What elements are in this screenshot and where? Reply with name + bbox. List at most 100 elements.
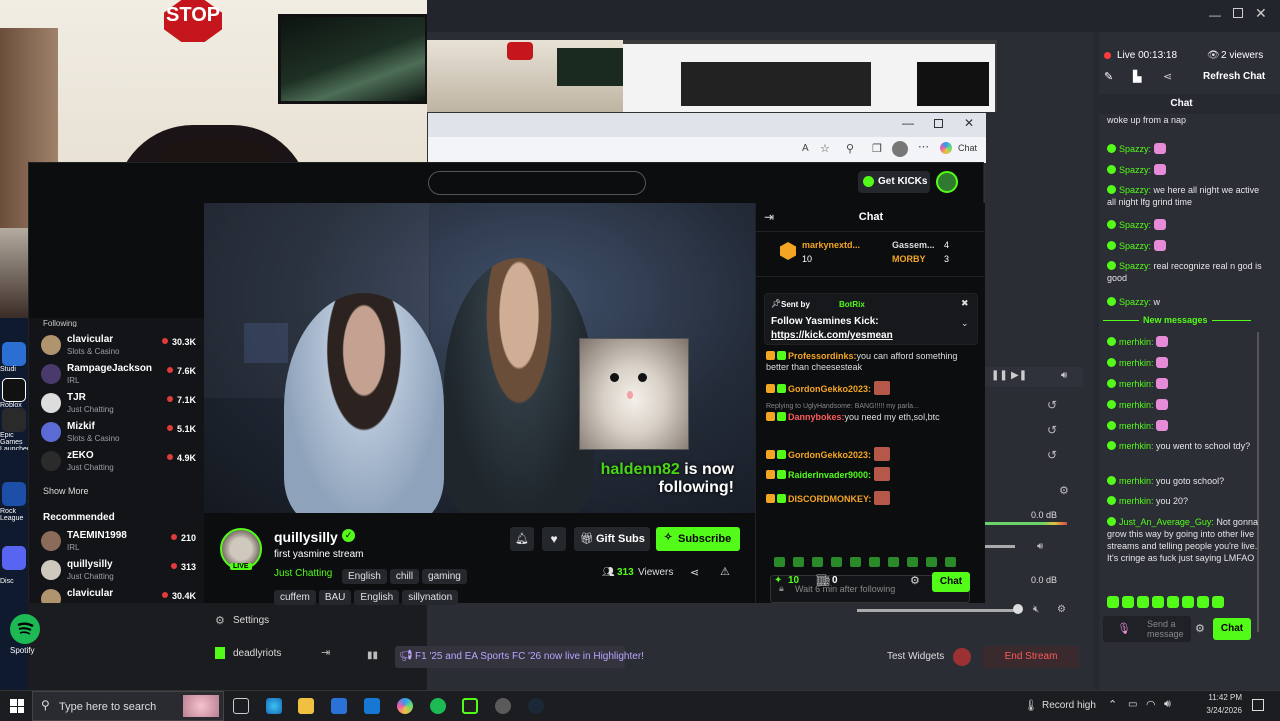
stream-video[interactable]: haldenn82 is now following! (204, 203, 755, 513)
volume-icon[interactable]: 🔊︎ (1061, 370, 1067, 381)
expand-pin-icon[interactable]: ⌄ (961, 318, 969, 329)
emote-icon[interactable] (1122, 596, 1134, 608)
studio-app-icon[interactable] (2, 342, 26, 366)
steam-taskbar-icon[interactable] (528, 698, 544, 714)
gift-subs-button[interactable]: 🎁︎ Gift Subs (574, 527, 650, 551)
weather-text[interactable]: Record high (1042, 700, 1096, 711)
pause-icon[interactable]: ❚❚ (991, 370, 1008, 381)
emote-icon[interactable] (888, 557, 899, 567)
chat-username[interactable]: Professordinks: (788, 351, 857, 361)
dock-username[interactable]: merhkin: (1119, 400, 1154, 410)
dock-username[interactable]: Spazzy: (1119, 297, 1151, 307)
discord-app-icon[interactable] (2, 546, 26, 570)
stream-tag[interactable]: chill (389, 569, 420, 584)
stream-tag[interactable]: gaming (422, 569, 467, 584)
tray-chevron-icon[interactable]: ⌃ (1108, 698, 1117, 711)
heart-icon[interactable]: ♥ (542, 527, 566, 551)
emote-icon[interactable] (793, 557, 804, 567)
emote-icon[interactable] (1107, 596, 1119, 608)
reset-icon-3[interactable]: ↺ (1047, 448, 1057, 462)
show-more-link[interactable]: Show More (43, 486, 89, 496)
volume-slider-1[interactable] (983, 545, 1015, 548)
dock-username[interactable]: Just_An_Average_Guy: (1119, 517, 1214, 527)
following-item[interactable]: TJR Just Chatting 7.1K (35, 390, 200, 418)
browser-close-icon[interactable]: ✕ (964, 116, 974, 130)
bell-icon[interactable]: 🔔︎ (510, 527, 534, 551)
kick-chat-send-button[interactable]: Chat (932, 572, 970, 592)
logout-icon[interactable]: ⇥ (321, 646, 330, 659)
network-icon[interactable]: ▭ (1128, 699, 1137, 710)
points-icon[interactable]: ✦ (774, 575, 782, 586)
mute-icon-2[interactable]: 🔇︎ (1033, 604, 1039, 615)
dock-username[interactable]: Spazzy: (1119, 165, 1151, 175)
clock-time[interactable]: 11:42 PM (1202, 693, 1242, 702)
stream-category[interactable]: Just Chatting (274, 568, 332, 579)
refresh-chat-button[interactable]: Refresh Chat (1203, 71, 1265, 82)
streamer-name[interactable]: quillysilly (274, 529, 338, 545)
roblox-app-icon[interactable] (2, 378, 26, 402)
store-icon[interactable]: 🏬︎ (816, 574, 830, 587)
browser-minimize-icon[interactable]: — (902, 116, 914, 130)
dock-username[interactable]: merhkin: (1119, 476, 1154, 486)
reset-icon-1[interactable]: ↺ (1047, 398, 1057, 412)
record-indicator[interactable] (953, 648, 971, 666)
mixer-gear-icon[interactable]: ⚙ (1057, 604, 1066, 615)
mail-icon[interactable] (364, 698, 380, 714)
subscribe-button[interactable]: ✧ Subscribe (656, 527, 740, 551)
read-aloud-icon[interactable]: A (802, 143, 809, 154)
stream-tag[interactable]: BAU (318, 590, 352, 605)
emote-icon[interactable] (831, 557, 842, 567)
store-app-icon[interactable] (331, 698, 347, 714)
emote-icon[interactable] (1197, 596, 1209, 608)
favorite-icon[interactable]: ☆ (820, 142, 830, 155)
edge-icon[interactable] (266, 698, 282, 714)
spotify-taskbar-icon[interactable] (430, 698, 446, 714)
speaker-icon[interactable]: 🔊︎ (1164, 698, 1171, 711)
clock-date[interactable]: 3/24/2026 (1196, 706, 1242, 715)
slider-handle-2[interactable] (1013, 604, 1023, 614)
dock-username[interactable]: merhkin: (1119, 441, 1154, 451)
dock-username[interactable]: merhkin: (1119, 421, 1154, 431)
reset-icon-2[interactable]: ↺ (1047, 423, 1057, 437)
volume-slider-2[interactable] (857, 609, 1017, 612)
chat-settings-gear-icon[interactable]: ⚙ (910, 574, 920, 587)
chat-username[interactable]: Dannybokes: (788, 412, 845, 422)
copilot-icon[interactable] (940, 142, 952, 154)
mic-icon[interactable]: 🎙︎ (1117, 622, 1131, 635)
chat-username[interactable]: GordonGekko2023: (788, 450, 871, 460)
next-icon[interactable]: ▶❚ (1011, 370, 1027, 381)
wifi-icon[interactable]: ◠ (1146, 698, 1156, 711)
dock-username[interactable]: merhkin: (1119, 358, 1154, 368)
following-item[interactable]: Mizkif Slots & Casino 5.1K (35, 419, 200, 447)
following-item[interactable]: zEKO Just Chatting 4.9K (35, 448, 200, 476)
chat-username[interactable]: DISCORDMONKEY: (788, 494, 871, 504)
close-icon[interactable]: ✕ (1255, 5, 1267, 22)
more-menu-icon[interactable]: ⋯ (918, 140, 929, 153)
stream-tag[interactable]: English (342, 569, 387, 584)
emote-icon[interactable] (907, 557, 918, 567)
share-icon[interactable]: ⋖ (1163, 70, 1172, 83)
stream-tag[interactable]: English (354, 590, 400, 605)
kick-search-bar[interactable] (428, 171, 646, 195)
emote-icon[interactable] (812, 557, 823, 567)
dock-username[interactable]: Spazzy: (1119, 261, 1151, 271)
notification-icon[interactable] (1252, 699, 1264, 711)
recommended-item[interactable]: clavicular 30.4K (35, 586, 200, 603)
mixer-settings-icon[interactable]: ⚙ (1059, 484, 1069, 497)
emote-icon[interactable] (774, 557, 785, 567)
task-view-icon[interactable] (233, 698, 249, 714)
dock-chat-input[interactable]: 🎙︎ Send a message (1103, 616, 1191, 642)
obs-taskbar-icon[interactable] (495, 698, 511, 714)
spotify-desktop-icon[interactable] (10, 614, 40, 644)
test-widgets-button[interactable]: Test Widgets (887, 651, 944, 662)
epic-games-icon[interactable] (2, 408, 26, 432)
dock-username[interactable]: merhkin: (1119, 337, 1154, 347)
chat-settings-icon[interactable]: ⚙ (1195, 622, 1205, 635)
copilot-chat-label[interactable]: Chat (958, 143, 977, 153)
start-icon[interactable] (10, 699, 24, 713)
dock-username[interactable]: Spazzy: (1119, 241, 1151, 251)
emote-icon[interactable] (869, 557, 880, 567)
share-stream-icon[interactable]: ⋖ (690, 566, 699, 579)
emote-icon[interactable] (1152, 596, 1164, 608)
get-kicks-button[interactable]: Get KICKs (858, 171, 930, 193)
